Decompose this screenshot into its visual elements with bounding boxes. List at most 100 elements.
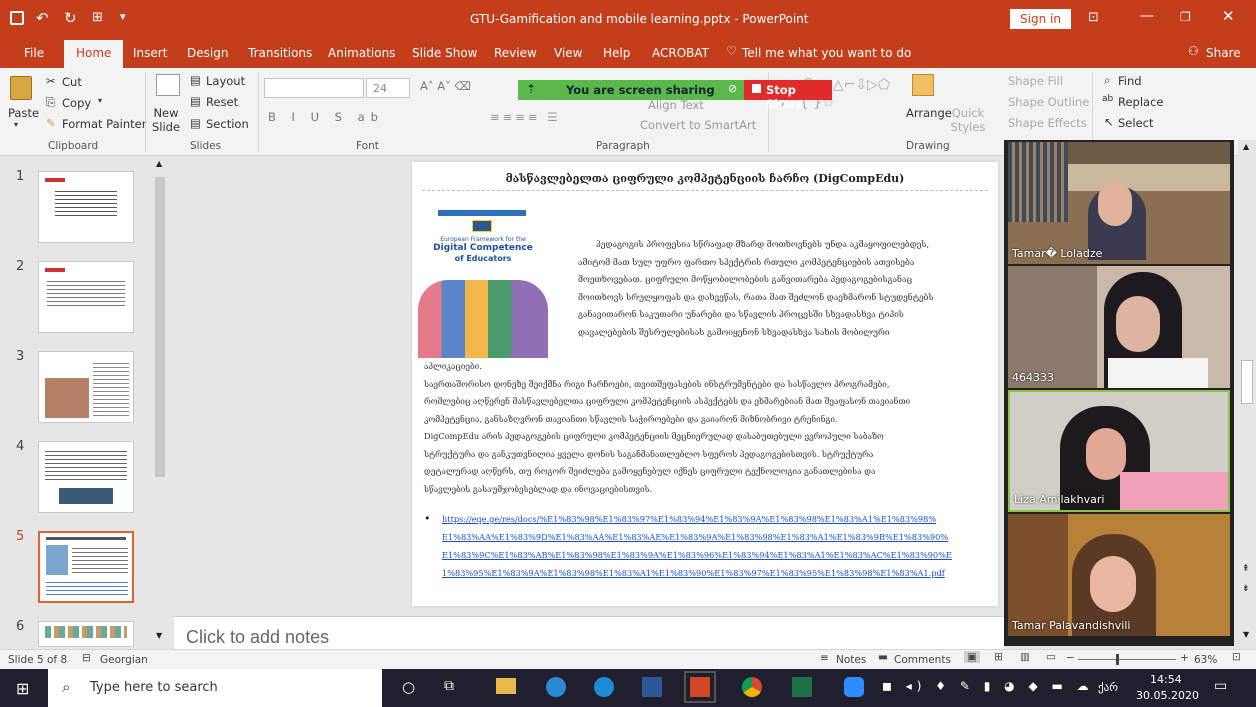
participant-video-3[interactable]: Liza Amilakhvari xyxy=(1008,390,1230,512)
tab-transitions[interactable]: Transitions xyxy=(248,46,312,60)
comments-toggle[interactable]: Comments xyxy=(894,654,951,666)
select-button[interactable]: Select xyxy=(1118,116,1153,130)
present-icon[interactable]: ⊞ xyxy=(92,10,103,25)
zoom-app-icon[interactable] xyxy=(844,677,864,697)
replace-button[interactable]: Replace xyxy=(1118,95,1164,109)
tab-design[interactable]: Design xyxy=(187,46,228,60)
align-text-button[interactable]: Align Text xyxy=(648,98,704,112)
next-slide-icon[interactable]: ⇟ xyxy=(1242,584,1250,594)
arrange-icon[interactable] xyxy=(912,74,934,96)
reset-button[interactable]: Reset xyxy=(206,95,238,109)
thumbnail-scrollbar[interactable]: ▲ ▼ xyxy=(152,157,168,649)
scroll-down-icon[interactable]: ▼ xyxy=(1243,630,1249,639)
excel-icon[interactable] xyxy=(792,677,812,697)
fit-slide-icon[interactable]: ⊡ xyxy=(1232,651,1241,663)
redo-icon[interactable]: ↻ xyxy=(64,9,77,27)
shape-outline-button[interactable]: Shape Outline xyxy=(1008,95,1089,109)
slide-thumbnail-1[interactable] xyxy=(38,171,134,243)
scroll-thumb[interactable] xyxy=(1241,360,1253,404)
font-style-icons[interactable]: B I U S ab xyxy=(268,110,384,124)
cortana-icon[interactable]: ○ xyxy=(402,678,415,696)
copy-button[interactable]: Copy xyxy=(62,96,91,110)
section-button[interactable]: Section xyxy=(206,117,249,131)
clock-time[interactable]: 14:54 xyxy=(1150,673,1182,686)
slideshow-view-icon[interactable]: ▭ xyxy=(1046,651,1056,663)
tab-home[interactable]: Home xyxy=(64,40,124,68)
slide-paragraph-1[interactable]: პედაგოგის პროფესია სწრაფად მზარდ მოთხოვნ… xyxy=(578,236,934,341)
notes-placeholder[interactable]: Click to add notes xyxy=(186,627,329,648)
input-language[interactable]: ქარ xyxy=(1098,681,1118,694)
cut-button[interactable]: Cut xyxy=(62,75,82,89)
save-icon[interactable] xyxy=(10,11,24,25)
clock-date[interactable]: 30.05.2020 xyxy=(1136,689,1199,702)
slide-thumbnail-6[interactable] xyxy=(38,621,134,647)
zoom-thumb[interactable] xyxy=(1116,654,1119,665)
tab-acrobat[interactable]: ACROBAT xyxy=(652,46,709,60)
tab-help[interactable]: Help xyxy=(603,46,630,60)
paragraph-icons[interactable]: ≡≡≡≡ ☰ xyxy=(490,110,561,124)
copy-dropdown-icon[interactable]: ▾ xyxy=(98,96,102,105)
edge-icon[interactable] xyxy=(594,677,614,697)
new-slide-icon[interactable] xyxy=(156,74,180,96)
minimize-icon[interactable]: — xyxy=(1140,8,1154,24)
layout-button[interactable]: Layout xyxy=(206,74,245,88)
tab-slideshow[interactable]: Slide Show xyxy=(412,46,477,60)
task-view-icon[interactable]: ⧉ xyxy=(444,678,454,694)
shape-fill-button[interactable]: Shape Fill xyxy=(1008,74,1063,88)
scroll-thumb[interactable] xyxy=(155,177,165,477)
share-button[interactable]: Share xyxy=(1206,46,1241,60)
find-button[interactable]: Find xyxy=(1118,74,1142,88)
participant-video-1[interactable]: Tamar� Loladze xyxy=(1008,142,1230,264)
paste-button[interactable]: Paste xyxy=(8,106,39,120)
quick-styles-button[interactable]: Quick Styles xyxy=(950,106,986,134)
link-line[interactable]: E1%83%9C%E1%83%AB%E1%83%98%E1%83%9A%E1%8… xyxy=(442,550,952,560)
font-grow-icon[interactable]: A˄ A˅ ⌫ xyxy=(420,79,471,93)
customize-icon[interactable]: ▾ xyxy=(120,10,126,23)
powerpoint-icon[interactable] xyxy=(684,671,716,703)
slide-title[interactable]: მასწავლებელთა ციფრული კომპეტენციის ჩარჩო… xyxy=(412,172,998,185)
zoom-level[interactable]: 63% xyxy=(1194,654,1217,666)
restore-icon[interactable]: ❐ xyxy=(1180,10,1191,24)
spellcheck-icon[interactable]: ⊟ xyxy=(82,652,91,664)
zoom-in-icon[interactable]: + xyxy=(1180,652,1189,664)
paste-dropdown-icon[interactable]: ▾ xyxy=(14,120,18,129)
tab-animations[interactable]: Animations xyxy=(328,46,395,60)
arrange-button[interactable]: Arrange xyxy=(906,106,952,120)
normal-view-icon[interactable]: ▣ xyxy=(964,651,980,663)
slide-sorter-icon[interactable]: ⊞ xyxy=(994,651,1003,663)
paste-icon[interactable] xyxy=(10,76,32,100)
tab-insert[interactable]: Insert xyxy=(133,46,167,60)
skype-icon[interactable] xyxy=(546,677,566,697)
prev-slide-icon[interactable]: ⇞ xyxy=(1242,564,1250,574)
participant-video-4[interactable]: Tamar Palavandishvili xyxy=(1008,514,1230,636)
link-line[interactable]: 1%83%95%E1%83%9A%E1%83%98%E1%83%A1%E1%83… xyxy=(442,568,945,578)
signin-button[interactable]: Sign in xyxy=(1010,9,1071,29)
undo-icon[interactable]: ↶ xyxy=(36,9,49,27)
font-name-input[interactable] xyxy=(264,78,364,98)
stop-share-button[interactable]: Stop Share xyxy=(744,80,832,111)
slide-thumbnail-5[interactable] xyxy=(38,531,134,603)
slide-scrollbar[interactable]: ▲ ⇞ ⇟ ▼ xyxy=(1238,140,1256,646)
tab-review[interactable]: Review xyxy=(494,46,537,60)
link-line[interactable]: https://eqe.ge/res/docs/%E1%83%98%E1%83%… xyxy=(442,514,936,524)
notes-toggle[interactable]: Notes xyxy=(836,654,866,666)
notes-pane[interactable]: Click to add notes xyxy=(174,616,1004,650)
convert-smartart-button[interactable]: Convert to SmartArt xyxy=(640,118,756,132)
chrome-icon[interactable] xyxy=(742,677,762,697)
word-icon[interactable] xyxy=(642,677,662,697)
link-line[interactable]: E1%83%AA%E1%83%9D%E1%83%AA%E1%83%AE%E1%8… xyxy=(442,532,948,542)
zoom-out-icon[interactable]: − xyxy=(1066,652,1075,664)
notification-icon[interactable]: ▭ xyxy=(1214,678,1227,694)
scroll-down-icon[interactable]: ▼ xyxy=(156,631,162,640)
font-size-input[interactable]: 24 xyxy=(366,78,410,98)
scroll-up-icon[interactable]: ▲ xyxy=(156,159,162,168)
tell-me-input[interactable]: Tell me what you want to do xyxy=(742,46,911,60)
new-slide-button[interactable]: New Slide xyxy=(150,106,182,134)
zoom-slider[interactable] xyxy=(1078,654,1176,665)
taskbar-search[interactable]: ⌕ Type here to search xyxy=(48,669,382,707)
close-icon[interactable]: ✕ xyxy=(1222,7,1235,25)
slide-canvas[interactable]: მასწავლებელთა ციფრული კომპეტენციის ჩარჩო… xyxy=(412,162,998,606)
windows-start-icon[interactable]: ⊞ xyxy=(16,679,29,698)
reading-view-icon[interactable]: ▥ xyxy=(1020,651,1030,663)
language-indicator[interactable]: Georgian xyxy=(100,654,148,666)
